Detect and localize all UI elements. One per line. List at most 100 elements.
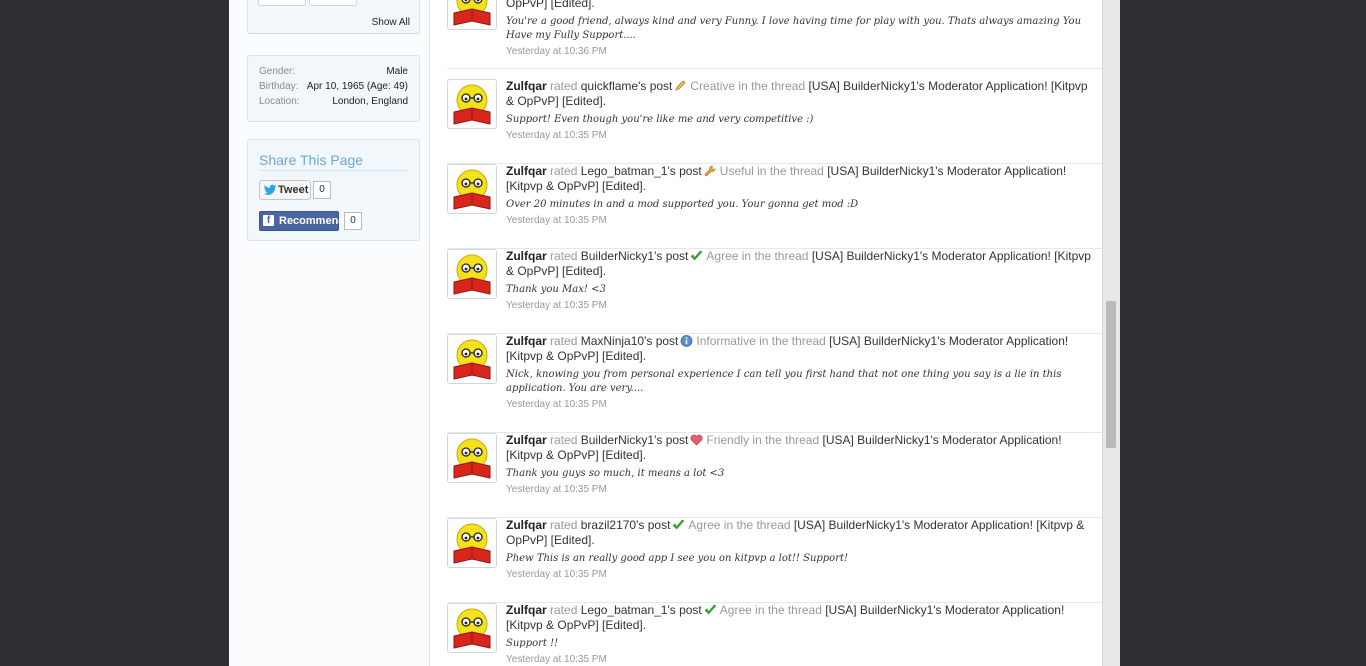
profile-info-block: Gender: Male Birthday: Apr 10, 1965 (Age… [247, 55, 420, 122]
follower-thumb[interactable] [309, 0, 357, 6]
feed-item-content: Zulfqar rated BuilderNicky1's post Agree … [506, 249, 1098, 311]
share-title: Share This Page [259, 152, 364, 168]
location-row: Location: London, England [259, 95, 408, 109]
heart-icon [688, 433, 706, 447]
username-link[interactable]: Zulfqar [506, 603, 547, 617]
user-avatar[interactable] [447, 249, 497, 299]
wrench-icon [702, 164, 720, 178]
location-value: London, England [332, 96, 408, 107]
activity-line: Zulfqar rated BuilderNicky1's post Agree … [506, 249, 1098, 279]
facebook-recommend-button[interactable]: f Recommend [259, 211, 345, 231]
timestamp[interactable]: Yesterday at 10:35 PM [506, 569, 1098, 580]
feed-item: Zulfqar rated Lego_batman_1's post Agree … [447, 603, 1102, 666]
rated-word: rated [550, 433, 578, 447]
rated-word: rated [550, 518, 578, 532]
timestamp[interactable]: Yesterday at 10:35 PM [506, 484, 1098, 495]
tweet-button[interactable]: Tweet [259, 180, 311, 200]
rating-name: Agree [719, 603, 752, 617]
timestamp[interactable]: Yesterday at 10:35 PM [506, 654, 1098, 665]
timestamp[interactable]: Yesterday at 10:35 PM [506, 300, 1098, 311]
user-avatar[interactable] [447, 518, 497, 568]
rated-post-link[interactable]: quickflame's post [581, 79, 673, 93]
gender-value: Male [386, 66, 408, 77]
rating-name: Agree [688, 518, 721, 532]
user-avatar[interactable] [447, 433, 497, 483]
feed-item: OpPvP] [Edited]. You're a good friend, a… [447, 0, 1102, 69]
feed-item: Zulfqar rated BuilderNicky1's post Agree … [447, 249, 1102, 334]
gender-label: Gender: [259, 66, 296, 77]
feed-item-content: Zulfqar rated brazil2170's post Agree in … [506, 518, 1098, 580]
rated-post-link[interactable]: Lego_batman_1's post [581, 164, 702, 178]
in-thread-text: in the thread [741, 249, 809, 263]
feed-item: Zulfqar rated MaxNinja10's post Informati… [447, 334, 1102, 433]
rated-word: rated [550, 334, 578, 348]
timestamp[interactable]: Yesterday at 10:35 PM [506, 215, 1098, 226]
rated-word: rated [550, 249, 578, 263]
activity-line: Zulfqar rated BuilderNicky1's post Friend… [506, 433, 1098, 463]
rating-name: Informative [696, 334, 756, 348]
share-page-block: Share This Page Tweet 0 f Recommend 0 [247, 139, 420, 241]
checkmark-icon [670, 518, 688, 532]
rated-post-link[interactable]: brazil2170's post [581, 518, 671, 532]
twitter-bird-icon [264, 184, 277, 195]
follower-thumb[interactable] [258, 0, 306, 6]
user-avatar[interactable] [447, 164, 497, 214]
rated-post-link[interactable]: BuilderNicky1's post [581, 249, 689, 263]
username-link[interactable]: Zulfqar [506, 433, 547, 447]
share-divider [259, 170, 408, 171]
post-snippet: Support !! [506, 638, 559, 649]
recommend-count: 0 [344, 212, 362, 230]
user-avatar[interactable] [447, 0, 497, 30]
username-link[interactable]: Zulfqar [506, 164, 547, 178]
username-link[interactable]: Zulfqar [506, 334, 547, 348]
username-link[interactable]: Zulfqar [506, 249, 547, 263]
followers-block: Show All [247, 0, 420, 34]
rated-post-link[interactable]: MaxNinja10's post [581, 334, 679, 348]
birthday-row: Birthday: Apr 10, 1965 (Age: 49) [259, 80, 408, 94]
avatar-reading-smiley-icon [453, 254, 491, 295]
user-avatar[interactable] [447, 79, 497, 129]
tweet-label: Tweet [278, 184, 309, 196]
facebook-icon: f [263, 215, 274, 226]
rating-name: Friendly [706, 433, 750, 447]
feed-item-content: Zulfqar rated Lego_batman_1's post Useful… [506, 164, 1098, 226]
location-label: Location: [259, 96, 300, 107]
activity-line: Zulfqar rated MaxNinja10's post Informati… [506, 334, 1098, 364]
user-avatar[interactable] [447, 334, 497, 384]
show-all-link[interactable]: Show All [372, 17, 410, 28]
avatar-strip [258, 0, 360, 9]
activity-line: Zulfqar rated brazil2170's post Agree in … [506, 518, 1098, 548]
tweet-count: 0 [313, 181, 331, 199]
username-link[interactable]: Zulfqar [506, 518, 547, 532]
timestamp[interactable]: Yesterday at 10:35 PM [506, 399, 1098, 410]
checkmark-icon [688, 249, 706, 263]
feed-item-content: Zulfqar rated quickflame's post Creative … [506, 79, 1098, 141]
username-link[interactable]: Zulfqar [506, 79, 547, 93]
activity-line: Zulfqar rated quickflame's post Creative … [506, 79, 1098, 109]
thread-title-tail[interactable]: OpPvP] [Edited]. [506, 0, 1098, 11]
feed-item-content: Zulfqar rated MaxNinja10's post Informati… [506, 334, 1098, 410]
rated-post-link[interactable]: Lego_batman_1's post [581, 603, 702, 617]
avatar-reading-smiley-icon [453, 608, 491, 649]
in-thread-text: in the thread [738, 79, 806, 93]
in-thread-text: in the thread [752, 433, 820, 447]
feed-item: Zulfqar rated Lego_batman_1's post Useful… [447, 164, 1102, 249]
rating-name: Agree [706, 249, 739, 263]
avatar-reading-smiley-icon [453, 0, 491, 26]
gender-row: Gender: Male [259, 65, 408, 79]
page-scrollbar[interactable] [1102, 0, 1120, 666]
scrollbar-thumb[interactable] [1106, 301, 1116, 448]
rated-word: rated [550, 603, 578, 617]
timestamp[interactable]: Yesterday at 10:36 PM [506, 46, 1098, 57]
rated-word: rated [550, 79, 578, 93]
timestamp[interactable]: Yesterday at 10:35 PM [506, 130, 1098, 141]
post-snippet: Thank you guys so much, it means a lot <… [506, 468, 725, 479]
user-avatar[interactable] [447, 603, 497, 653]
feed-item-content: Zulfqar rated BuilderNicky1's post Friend… [506, 433, 1098, 495]
post-snippet: Thank you Max! <3 [506, 284, 606, 295]
in-thread-text: in the thread [723, 518, 791, 532]
avatar-reading-smiley-icon [453, 84, 491, 125]
feed-item: Zulfqar rated quickflame's post Creative … [447, 79, 1102, 164]
rated-post-link[interactable]: BuilderNicky1's post [581, 433, 689, 447]
in-thread-text: in the thread [757, 164, 824, 178]
